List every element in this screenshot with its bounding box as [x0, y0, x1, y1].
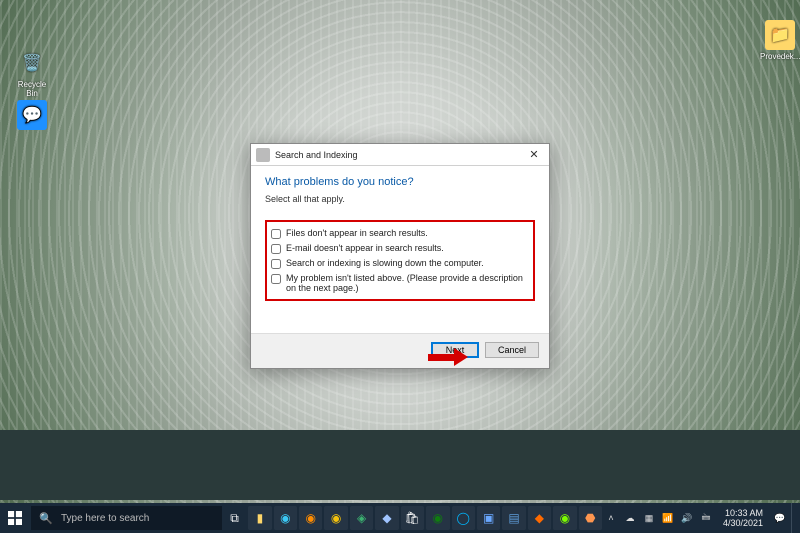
option-files-checkbox[interactable]: [271, 229, 281, 239]
taskbar-app-edge[interactable]: ◉: [274, 506, 297, 530]
annotation-arrow: [428, 348, 470, 366]
dialog-heading: What problems do you notice?: [265, 176, 535, 188]
taskbar-app-5[interactable]: ◈: [350, 506, 373, 530]
taskbar-app-13[interactable]: ◉: [553, 506, 576, 530]
option-other-checkbox[interactable]: [271, 274, 281, 284]
taskbar-app-12[interactable]: ◆: [528, 506, 551, 530]
taskbar-app-xbox[interactable]: ◉: [426, 506, 449, 530]
show-desktop-button[interactable]: [791, 503, 796, 533]
option-other[interactable]: My problem isn't listed above. (Please p…: [271, 271, 529, 295]
option-slow[interactable]: Search or indexing is slowing down the c…: [271, 256, 529, 271]
option-slow-checkbox[interactable]: [271, 259, 281, 269]
tray-language-icon[interactable]: 🖮: [698, 510, 714, 526]
option-email-checkbox[interactable]: [271, 244, 281, 254]
tray-onedrive-icon[interactable]: ☁: [622, 513, 638, 524]
clock-time: 10:33 AM: [723, 508, 763, 518]
system-tray: ˄ ☁ ▦ 📶 🔊 🖮 10:33 AM 4/30/2021 💬: [603, 503, 800, 533]
dialog-subtext: Select all that apply.: [265, 194, 535, 204]
tray-chevron-icon[interactable]: ˄: [603, 513, 619, 523]
close-button[interactable]: ✕: [519, 145, 549, 165]
arrow-head-icon: [454, 348, 468, 366]
taskbar-clock[interactable]: 10:33 AM 4/30/2021: [717, 508, 769, 528]
desktop-folder-label: Provedek...: [760, 52, 800, 61]
taskbar-app-11[interactable]: ▤: [502, 506, 525, 530]
dialog-titlebar[interactable]: Search and Indexing ✕: [251, 144, 549, 166]
windows-logo-icon: [8, 511, 22, 525]
chat-app-icon[interactable]: 💬: [12, 100, 52, 132]
trash-icon: 🗑️: [17, 48, 47, 78]
taskbar-app-6[interactable]: ◆: [375, 506, 398, 530]
option-files[interactable]: Files don't appear in search results.: [271, 226, 529, 241]
clock-date: 4/30/2021: [723, 518, 763, 528]
folder-icon: 📁: [765, 20, 795, 50]
tray-app-icon[interactable]: ▦: [641, 513, 657, 524]
options-highlight: Files don't appear in search results. E-…: [265, 220, 535, 301]
arrow-shaft: [428, 354, 454, 361]
start-button[interactable]: [0, 503, 29, 533]
taskbar-app-chrome[interactable]: ◉: [324, 506, 347, 530]
cancel-button[interactable]: Cancel: [485, 342, 539, 358]
tray-network-icon[interactable]: 📶: [660, 513, 676, 524]
dialog-title: Search and Indexing: [275, 150, 519, 160]
tray-volume-icon[interactable]: 🔊: [679, 513, 695, 524]
troubleshooter-dialog: Search and Indexing ✕ What problems do y…: [250, 143, 550, 369]
option-other-label: My problem isn't listed above. (Please p…: [286, 273, 529, 293]
recycle-bin-icon[interactable]: 🗑️ Recycle Bin: [12, 48, 52, 98]
desktop-folder-icon[interactable]: 📁 Provedek...: [760, 20, 800, 61]
taskbar-app-firefox[interactable]: ◉: [299, 506, 322, 530]
app-icon: [256, 148, 270, 162]
taskbar: 🔍 Type here to search ⧉ ▮ ◉ ◉ ◉ ◈ ◆ 🛍 ◉ …: [0, 503, 800, 533]
close-icon: ✕: [529, 149, 538, 161]
search-icon: 🔍: [39, 512, 53, 525]
taskbar-app-explorer[interactable]: ▮: [248, 506, 271, 530]
taskbar-app-14[interactable]: ⬣: [579, 506, 602, 530]
taskbar-app-10[interactable]: ▣: [477, 506, 500, 530]
option-email-label: E-mail doesn't appear in search results.: [286, 243, 444, 253]
taskbar-app-store[interactable]: 🛍: [401, 506, 424, 530]
option-files-label: Files don't appear in search results.: [286, 228, 428, 238]
speech-bubble-icon: 💬: [17, 100, 47, 130]
taskbar-search[interactable]: 🔍 Type here to search: [31, 506, 222, 530]
taskbar-app-cortana[interactable]: ◯: [452, 506, 475, 530]
option-slow-label: Search or indexing is slowing down the c…: [286, 258, 484, 268]
dialog-footer: Next Cancel: [251, 333, 549, 368]
recycle-bin-label: Recycle Bin: [12, 80, 52, 98]
task-view-button[interactable]: ⧉: [223, 506, 246, 530]
search-placeholder: Type here to search: [61, 513, 214, 524]
notifications-icon[interactable]: 💬: [772, 513, 788, 524]
option-email[interactable]: E-mail doesn't appear in search results.: [271, 241, 529, 256]
desktop: 🗑️ Recycle Bin 💬 📁 Provedek... Search an…: [0, 0, 800, 533]
dialog-body: What problems do you notice? Select all …: [251, 166, 549, 333]
